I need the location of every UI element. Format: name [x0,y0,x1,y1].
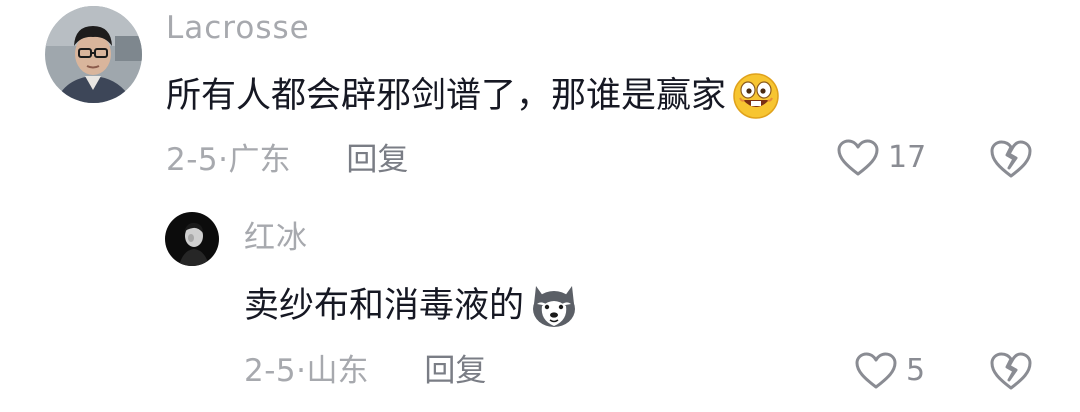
comment-meta: 2-5·广东 回复 [166,140,408,180]
comment-text-row: 所有人都会辟邪剑谱了，那谁是赢家 [166,70,780,122]
like-button[interactable]: 17 [836,138,926,178]
husky-dog-emoji-icon [528,282,580,330]
broken-heart-icon [989,138,1033,180]
reply-button[interactable]: 回复 [424,353,486,389]
comment-location: 广东 [228,142,291,178]
comment-username[interactable]: Lacrosse [166,8,310,48]
comment-date: 2-5· [244,353,307,389]
reply-button[interactable]: 回复 [346,142,408,178]
comment-text: 卖纱布和消毒液的 [244,286,525,326]
broken-heart-icon [989,350,1033,392]
comment-location: 山东 [306,353,369,389]
like-count: 17 [888,140,927,175]
avatar[interactable] [165,212,219,266]
avatar[interactable] [45,6,142,103]
grinning-emoji-icon [732,72,780,120]
dislike-button[interactable] [989,138,1033,180]
comment-text: 所有人都会辟邪剑谱了，那谁是赢家 [166,76,727,116]
like-button[interactable]: 5 [854,351,925,391]
like-count: 5 [906,353,926,388]
heart-icon [854,351,898,391]
comment-username[interactable]: 红冰 [244,218,308,258]
dislike-button[interactable] [989,350,1033,392]
comment-meta: 2-5·山东 回复 [244,351,486,391]
comment-date: 2-5· [166,142,229,178]
heart-icon [836,138,880,178]
comment-text-row: 卖纱布和消毒液的 [244,280,580,332]
